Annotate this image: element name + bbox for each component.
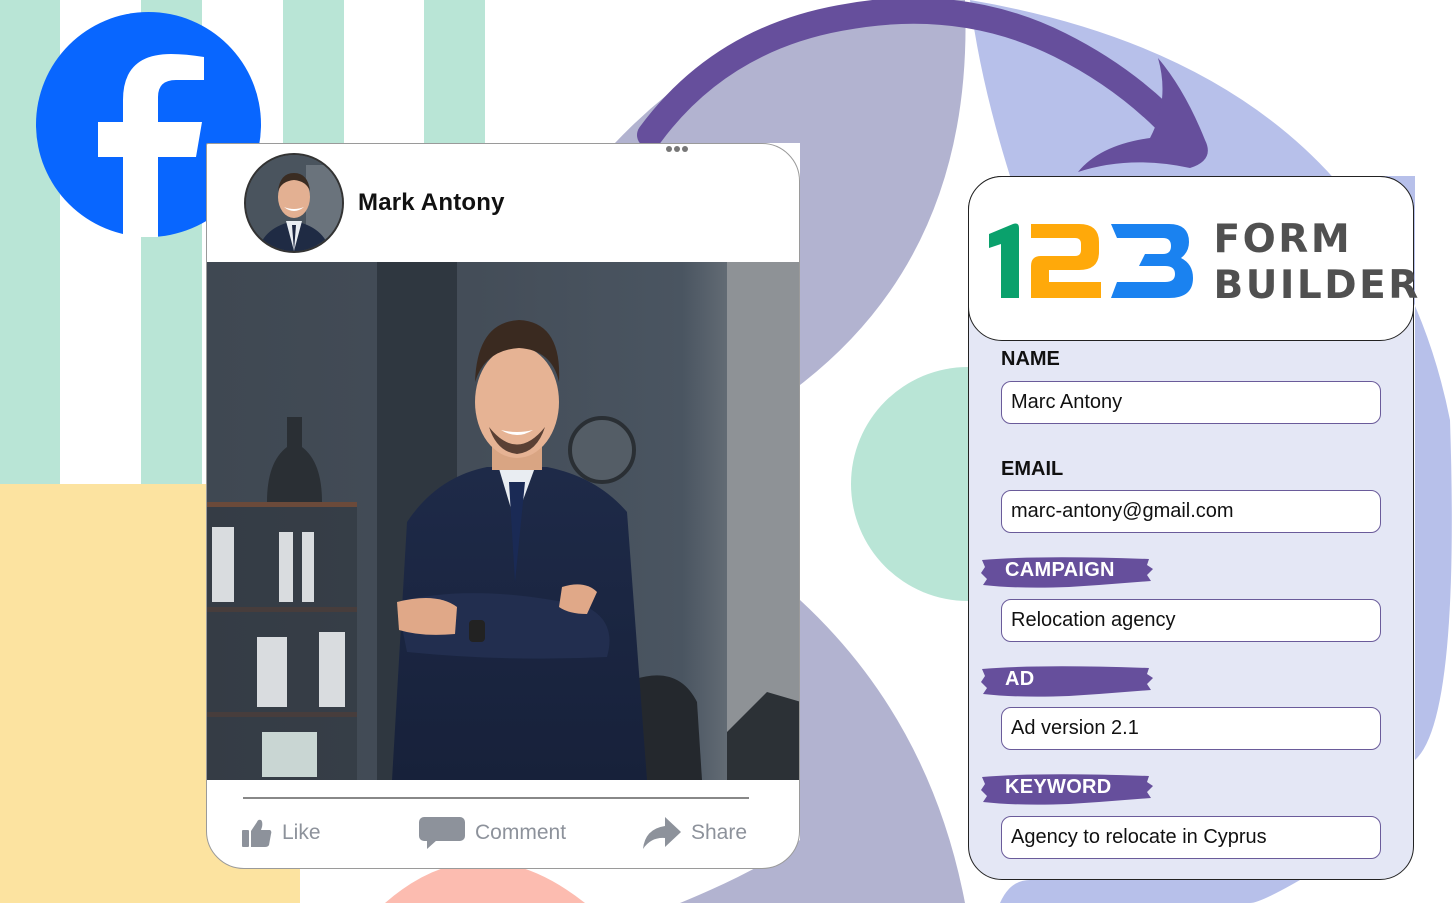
- keyword-input[interactable]: [1001, 816, 1381, 859]
- thumbs-up-icon: [242, 819, 272, 847]
- like-label: Like: [282, 821, 321, 844]
- facebook-post-card: Mark Antony Like Comment Share: [206, 143, 800, 869]
- name-label: NAME: [1001, 348, 1060, 370]
- logo-wordmark: FORM BUILDER: [1214, 217, 1421, 309]
- post-divider: [243, 797, 749, 799]
- name-input[interactable]: [1001, 381, 1381, 424]
- form-builder-logo: FORM BUILDER: [967, 175, 1418, 341]
- keyword-label: KEYWORD: [979, 772, 1154, 805]
- post-author-name[interactable]: Mark Antony: [358, 189, 505, 217]
- campaign-label: CAMPAIGN: [979, 555, 1154, 588]
- logo-line-builder: BUILDER: [1213, 262, 1421, 308]
- author-avatar[interactable]: [244, 153, 344, 253]
- share-icon: [643, 817, 681, 849]
- comment-button[interactable]: Comment: [419, 816, 566, 850]
- more-options-icon[interactable]: [666, 146, 688, 152]
- like-button[interactable]: Like: [242, 816, 321, 850]
- form-builder-card: FORM BUILDER NAME EMAIL CAMPAIGN AD KEYW…: [967, 175, 1418, 880]
- share-label: Share: [691, 821, 748, 844]
- ad-label: AD: [979, 664, 1154, 697]
- ad-input[interactable]: [1001, 707, 1381, 750]
- email-label: EMAIL: [1001, 458, 1064, 480]
- logo-line-form: FORM: [1213, 216, 1353, 262]
- share-button[interactable]: Share: [643, 816, 747, 850]
- logo-123-icon: [988, 223, 1193, 298]
- comment-icon: [419, 817, 465, 849]
- email-input[interactable]: [1001, 490, 1381, 533]
- post-photo: [207, 262, 799, 780]
- campaign-input[interactable]: [1001, 599, 1381, 642]
- comment-label: Comment: [475, 821, 567, 844]
